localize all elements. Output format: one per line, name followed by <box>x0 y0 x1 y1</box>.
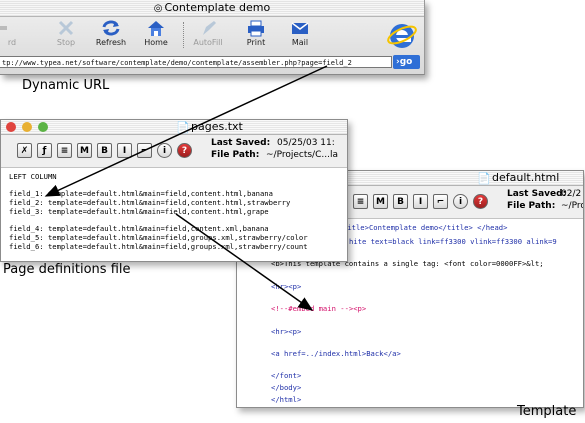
url-to-definition-arrow <box>44 65 328 197</box>
annotation-arrows <box>44 65 328 311</box>
definition-to-template-arrow <box>175 213 314 311</box>
